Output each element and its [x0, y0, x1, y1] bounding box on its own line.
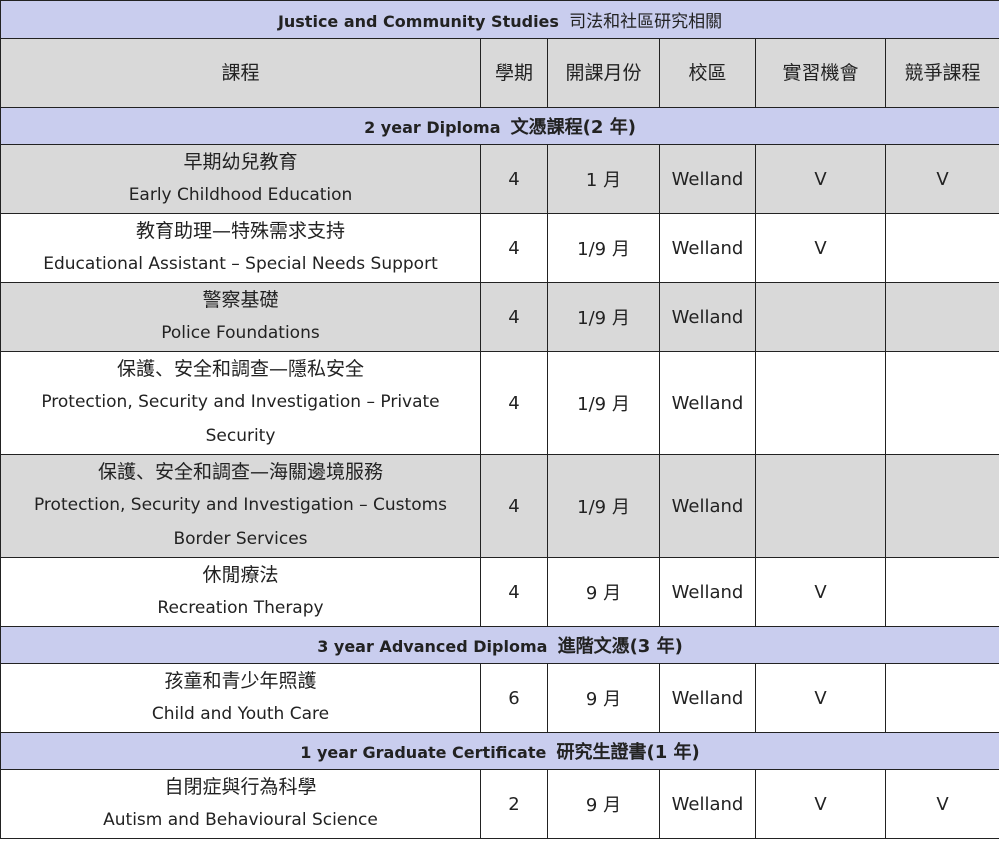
program-name-cell: 保護、安全和調查—隱私安全 Protection, Security and In…: [0, 351, 481, 455]
program-name-cell: 早期幼兒教育 Early Childhood Education: [0, 144, 481, 214]
semesters-cell: 4: [480, 454, 548, 558]
table-row: 自閉症與行為科學 Autism and Behavioural Science 2…: [0, 769, 999, 839]
header-program: 課程: [0, 38, 481, 108]
start-month-cell: 1/9 月: [547, 454, 660, 558]
campus-cell: Welland: [659, 144, 756, 214]
program-name-cell: 保護、安全和調查—海關邊境服務 Protection, Security and …: [0, 454, 481, 558]
internship-cell: [755, 351, 886, 455]
program-name-en: Recreation Therapy: [157, 598, 324, 618]
table-row: 孩童和青少年照護 Child and Youth Care 6 9 月 Wella…: [0, 663, 999, 733]
program-name-cell: 孩童和青少年照護 Child and Youth Care: [0, 663, 481, 733]
header-row: 課程 學期 開課月份 校區 實習機會 競爭課程: [0, 38, 999, 108]
table-row: 早期幼兒教育 Early Childhood Education 4 1 月 We…: [0, 144, 999, 214]
table-row: 保護、安全和調查—海關邊境服務 Protection, Security and …: [0, 454, 999, 558]
internship-cell: V: [755, 557, 886, 627]
program-name-en: Protection, Security and Investigation –…: [33, 495, 448, 549]
header-campus: 校區: [659, 38, 756, 108]
header-internship: 實習機會: [755, 38, 886, 108]
table-row: 休閒療法 Recreation Therapy 4 9 月 Welland V: [0, 557, 999, 627]
campus-cell: Welland: [659, 769, 756, 839]
semesters-cell: 4: [480, 213, 548, 283]
start-month-cell: 1/9 月: [547, 282, 660, 352]
campus-cell: Welland: [659, 282, 756, 352]
campus-cell: Welland: [659, 454, 756, 558]
internship-cell: V: [755, 144, 886, 214]
table-title: Justice and Community Studies 司法和社區研究相關: [0, 0, 999, 39]
program-name-zh: 保護、安全和調查—隱私安全: [116, 358, 364, 380]
section-label-zh: 進階文憑(3 年): [557, 636, 683, 657]
section-label-en: 1 year Graduate Certificate: [300, 743, 547, 762]
table-row: 教育助理—特殊需求支持 Educational Assistant – Speci…: [0, 213, 999, 283]
start-month-cell: 1/9 月: [547, 351, 660, 455]
campus-cell: Welland: [659, 663, 756, 733]
program-name-cell: 警察基礎 Police Foundations: [0, 282, 481, 352]
table-row: 保護、安全和調查—隱私安全 Protection, Security and In…: [0, 351, 999, 455]
section-label: 3 year Advanced Diploma 進階文憑(3 年): [0, 626, 999, 664]
competitive-cell: [884, 557, 999, 627]
semesters-cell: 2: [480, 769, 548, 839]
internship-cell: V: [755, 213, 886, 283]
semesters-cell: 4: [480, 557, 548, 627]
program-name-zh: 保護、安全和調查—海關邊境服務: [97, 461, 383, 483]
start-month-cell: 9 月: [547, 663, 660, 733]
semesters-cell: 4: [480, 351, 548, 455]
start-month-cell: 9 月: [547, 769, 660, 839]
competitive-cell: [884, 282, 999, 352]
section-label: 1 year Graduate Certificate 研究生證書(1 年): [0, 732, 999, 770]
internship-cell: [755, 282, 886, 352]
campus-cell: Welland: [659, 213, 756, 283]
program-name-cell: 休閒療法 Recreation Therapy: [0, 557, 481, 627]
program-name-zh: 自閉症與行為科學: [164, 776, 317, 798]
header-start-month: 開課月份: [547, 38, 660, 108]
title-zh: 司法和社區研究相關: [569, 12, 723, 32]
start-month-cell: 1 月: [547, 144, 660, 214]
program-name-en: Police Foundations: [161, 323, 320, 343]
program-name-en: Protection, Security and Investigation –…: [41, 392, 440, 446]
program-name-zh: 休閒療法: [202, 564, 279, 586]
start-month-cell: 9 月: [547, 557, 660, 627]
program-name-zh: 早期幼兒教育: [183, 151, 298, 173]
section-label-zh: 文憑課程(2 年): [510, 117, 636, 138]
table-title-row: Justice and Community Studies 司法和社區研究相關: [0, 0, 999, 39]
program-name-cell: 自閉症與行為科學 Autism and Behavioural Science: [0, 769, 481, 839]
program-name-en: Educational Assistant – Special Needs Su…: [43, 254, 438, 274]
header-semesters: 學期: [480, 38, 548, 108]
start-month-cell: 1/9 月: [547, 213, 660, 283]
competitive-cell: [884, 351, 999, 455]
section-label-en: 3 year Advanced Diploma: [317, 637, 548, 656]
competitive-cell: [884, 663, 999, 733]
title-en: Justice and Community Studies: [277, 12, 559, 31]
program-name-zh: 教育助理—特殊需求支持: [135, 220, 345, 242]
internship-cell: [755, 454, 886, 558]
programs-table: Justice and Community Studies 司法和社區研究相關 …: [0, 0, 999, 839]
internship-cell: V: [755, 663, 886, 733]
competitive-cell: [884, 213, 999, 283]
campus-cell: Welland: [659, 351, 756, 455]
section-header-graduate-certificate: 1 year Graduate Certificate 研究生證書(1 年): [0, 732, 999, 770]
section-label-zh: 研究生證書(1 年): [556, 742, 700, 763]
semesters-cell: 4: [480, 144, 548, 214]
program-name-en: Child and Youth Care: [151, 704, 330, 724]
program-name-zh: 孩童和青少年照護: [164, 670, 317, 692]
section-header-diploma: 2 year Diploma 文憑課程(2 年): [0, 107, 999, 145]
program-name-cell: 教育助理—特殊需求支持 Educational Assistant – Speci…: [0, 213, 481, 283]
program-name-en: Autism and Behavioural Science: [103, 810, 378, 830]
section-label-en: 2 year Diploma: [364, 118, 501, 137]
table-row: 警察基礎 Police Foundations 4 1/9 月 Welland: [0, 282, 999, 352]
section-label: 2 year Diploma 文憑課程(2 年): [0, 107, 999, 145]
section-header-advanced-diploma: 3 year Advanced Diploma 進階文憑(3 年): [0, 626, 999, 664]
internship-cell: V: [755, 769, 886, 839]
competitive-cell: [884, 454, 999, 558]
program-name-zh: 警察基礎: [202, 289, 279, 311]
competitive-cell: V: [884, 144, 999, 214]
semesters-cell: 6: [480, 663, 548, 733]
program-name-en: Early Childhood Education: [128, 185, 353, 205]
header-competitive: 競爭課程: [884, 38, 999, 108]
campus-cell: Welland: [659, 557, 756, 627]
competitive-cell: V: [884, 769, 999, 839]
semesters-cell: 4: [480, 282, 548, 352]
